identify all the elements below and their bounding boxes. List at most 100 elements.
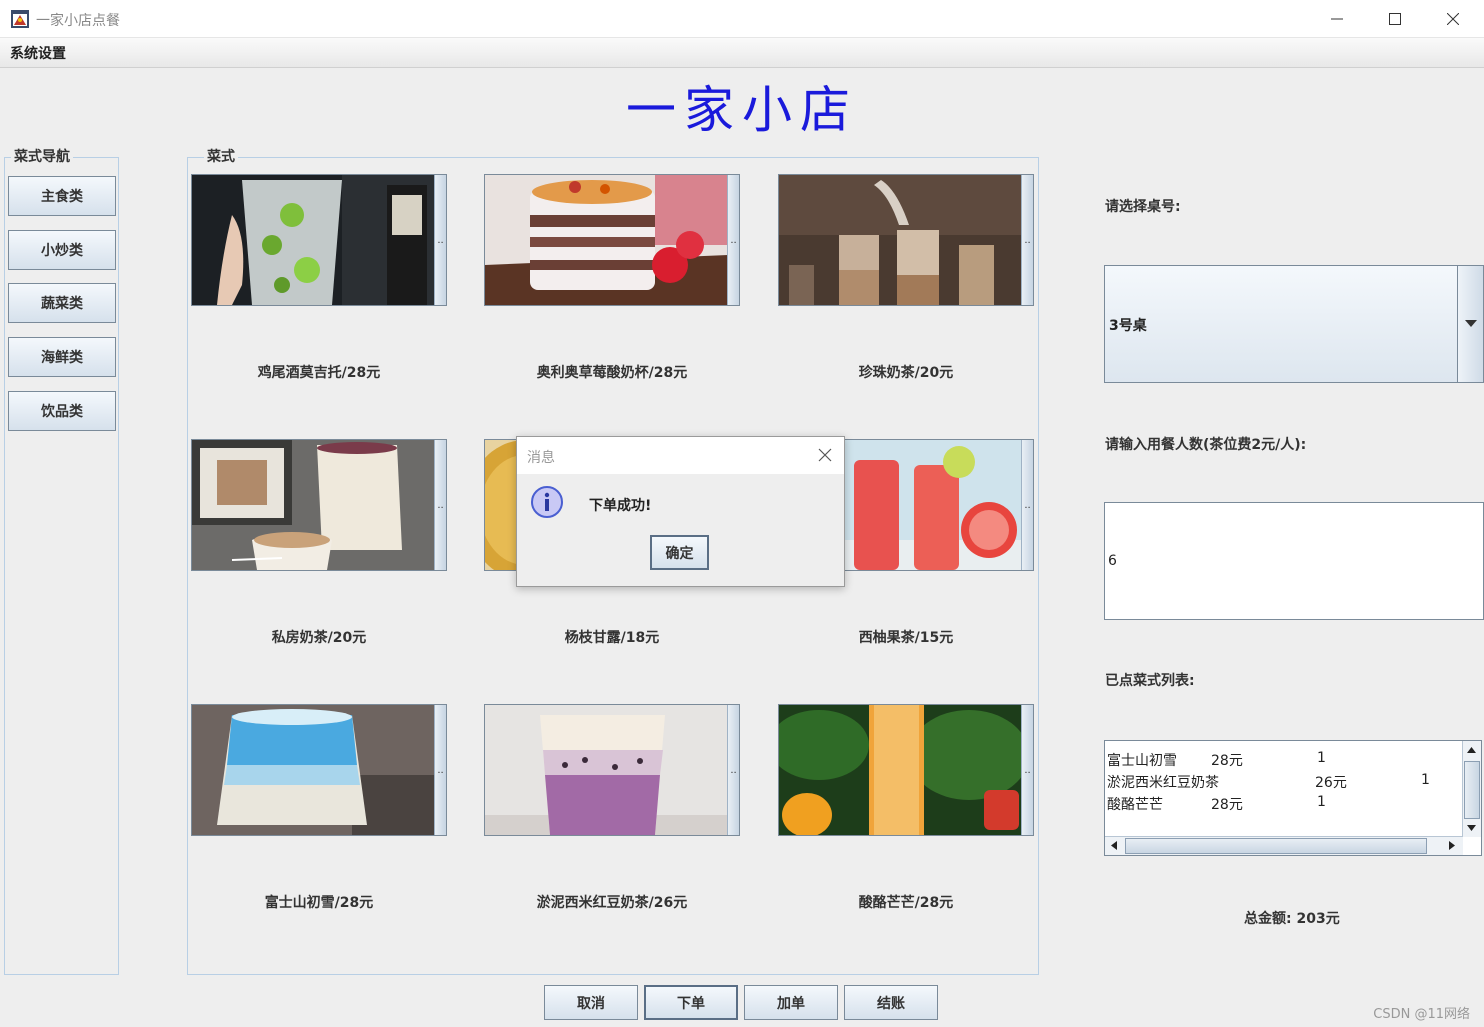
dish-label: 淤泥西米红豆奶茶/26元	[536, 895, 688, 911]
dish-label: 杨枝甘露/18元	[564, 630, 660, 646]
dialog-title: 消息	[527, 450, 555, 466]
dish-photo-oreo-yogurt	[485, 175, 728, 305]
table-select-combobox[interactable]: 3号桌	[1104, 265, 1484, 383]
dish-scroll-handle: ..	[1021, 705, 1033, 835]
ordered-name: 酸酪芒芒	[1107, 797, 1163, 813]
ordered-qty: 1	[1317, 750, 1326, 766]
total-amount: 总金额: 203元	[1244, 908, 1340, 928]
dish-scroll-handle: ..	[1021, 175, 1033, 305]
list-vertical-scrollbar[interactable]	[1462, 741, 1481, 837]
dish-card[interactable]: .. 奥利奥草莓酸奶杯/28元	[484, 174, 740, 384]
dish-label: 珍珠奶茶/20元	[858, 365, 954, 381]
dish-label: 私房奶茶/20元	[271, 630, 367, 646]
dish-card[interactable]: .. 富士山初雪/28元	[191, 704, 447, 914]
dish-image-button[interactable]: ..	[484, 704, 740, 836]
dish-photo-house-milk-tea	[192, 440, 435, 570]
combobox-arrow-button[interactable]	[1457, 266, 1483, 382]
dish-scroll-handle: ..	[434, 175, 446, 305]
dialog-message: 下单成功!	[589, 498, 652, 514]
dish-scroll-handle: ..	[434, 440, 446, 570]
scroll-left-button[interactable]	[1105, 837, 1122, 854]
dish-card[interactable]: .. 私房奶茶/20元	[191, 439, 447, 649]
dish-scroll-handle: ..	[727, 705, 739, 835]
checkout-button[interactable]: 结账	[844, 985, 938, 1020]
close-icon[interactable]	[816, 446, 834, 464]
ordered-price: 28元	[1211, 753, 1243, 769]
dialog-ok-button[interactable]: 确定	[650, 535, 709, 570]
nav-drinks-button[interactable]: 饮品类	[8, 391, 116, 431]
dish-card[interactable]: .. 酸酪芒芒/28元	[778, 704, 1034, 914]
dish-scroll-handle: ..	[434, 705, 446, 835]
scroll-right-button[interactable]	[1443, 837, 1460, 854]
list-item[interactable]: 酸酪芒芒 28元 1	[1107, 794, 1462, 816]
nav-staple-button[interactable]: 主食类	[8, 176, 116, 216]
list-horizontal-scrollbar[interactable]	[1105, 836, 1463, 855]
dish-label: 富士山初雪/28元	[264, 895, 374, 911]
list-item[interactable]: 富士山初雪 28元 1	[1107, 750, 1462, 772]
ordered-price: 26元	[1315, 775, 1347, 791]
java-app-icon	[11, 10, 29, 28]
vertical-scroll-thumb[interactable]	[1464, 761, 1480, 819]
triangle-right-icon	[1448, 841, 1455, 850]
list-item[interactable]: 淤泥西米红豆奶茶 26元 1	[1107, 772, 1462, 794]
triangle-left-icon	[1110, 841, 1117, 850]
ordered-qty: 1	[1421, 772, 1430, 788]
people-count-value: 6	[1108, 553, 1117, 569]
dish-image-button[interactable]: ..	[484, 174, 740, 306]
horizontal-scroll-thumb[interactable]	[1125, 838, 1427, 854]
dish-scroll-handle: ..	[1021, 440, 1033, 570]
close-window-button[interactable]	[1424, 0, 1482, 38]
ordered-name: 淤泥西米红豆奶茶	[1107, 775, 1219, 791]
place-order-button[interactable]: 下单	[644, 985, 738, 1020]
nav-vegetable-button[interactable]: 蔬菜类	[8, 283, 116, 323]
dishes-legend: 菜式	[204, 149, 238, 165]
nav-stirfry-button[interactable]: 小炒类	[8, 230, 116, 270]
dish-image-button[interactable]: ..	[778, 704, 1034, 836]
triangle-down-icon	[1467, 824, 1476, 831]
info-icon	[531, 486, 563, 518]
dish-card[interactable]: .. 珍珠奶茶/20元	[778, 174, 1034, 384]
nav-seafood-button[interactable]: 海鲜类	[8, 337, 116, 377]
ordered-list-label: 已点菜式列表:	[1105, 673, 1195, 689]
maximize-icon	[1389, 13, 1401, 25]
dish-navigation-panel: 菜式导航 主食类 小炒类 蔬菜类 海鲜类 饮品类	[4, 149, 119, 975]
dish-card[interactable]: .. 淤泥西米红豆奶茶/26元	[484, 704, 740, 914]
scroll-up-button[interactable]	[1463, 741, 1480, 758]
chevron-down-icon	[1464, 320, 1477, 327]
dish-image-button[interactable]: ..	[191, 174, 447, 306]
message-dialog: 消息 下单成功! 确定	[516, 436, 845, 587]
minimize-icon	[1331, 18, 1343, 20]
dish-label: 奥利奥草莓酸奶杯/28元	[536, 365, 688, 381]
dish-image-button[interactable]: ..	[191, 439, 447, 571]
minimize-button[interactable]	[1308, 0, 1366, 38]
window-title: 一家小店点餐	[36, 13, 120, 29]
ordered-dishes-list[interactable]: 富士山初雪 28元 1 淤泥西米红豆奶茶 26元 1 酸酪芒芒 28元 1	[1104, 740, 1482, 856]
people-count-label: 请输入用餐人数(茶位费2元/人):	[1105, 437, 1307, 453]
watermark: CSDN @11网络	[1373, 1007, 1470, 1022]
dish-scroll-handle: ..	[727, 175, 739, 305]
window-titlebar: 一家小店点餐	[0, 0, 1484, 38]
ordered-name: 富士山初雪	[1107, 753, 1177, 769]
triangle-up-icon	[1467, 746, 1476, 753]
people-count-field[interactable]: 6	[1104, 502, 1484, 620]
dish-label: 鸡尾酒莫吉托/28元	[257, 365, 381, 381]
dish-image-button[interactable]: ..	[778, 174, 1034, 306]
shop-title: 一家小店	[626, 81, 858, 139]
dish-card[interactable]: .. 鸡尾酒莫吉托/28元	[191, 174, 447, 384]
dish-photo-mojito	[192, 175, 435, 305]
table-select-label: 请选择桌号:	[1105, 199, 1181, 215]
add-order-button[interactable]: 加单	[744, 985, 838, 1020]
cancel-button[interactable]: 取消	[544, 985, 638, 1020]
dish-photo-cheese-mango	[779, 705, 1022, 835]
ordered-qty: 1	[1317, 794, 1326, 810]
maximize-button[interactable]	[1366, 0, 1424, 38]
ordered-price: 28元	[1211, 797, 1243, 813]
total-value: 203元	[1296, 911, 1340, 927]
dish-photo-bubble-tea	[779, 175, 1022, 305]
menu-bar: 系统设置	[0, 38, 1484, 68]
dish-image-button[interactable]: ..	[191, 704, 447, 836]
dish-photo-taro-redbean-tea	[485, 705, 728, 835]
nav-legend: 菜式导航	[11, 149, 73, 165]
scroll-down-button[interactable]	[1463, 819, 1480, 836]
menu-system-settings[interactable]: 系统设置	[10, 43, 66, 63]
